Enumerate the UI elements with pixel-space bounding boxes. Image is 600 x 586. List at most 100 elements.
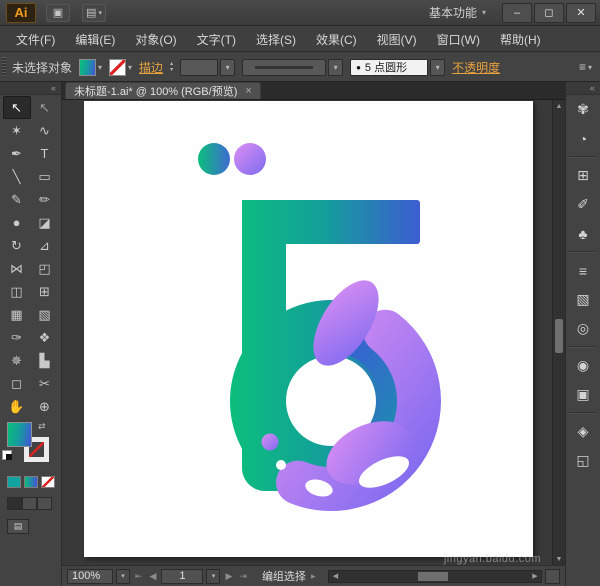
- brush-definition-control[interactable]: ● 5 点圆形 ▾: [350, 59, 445, 76]
- panel-color[interactable]: ✾: [566, 95, 600, 124]
- fill-indicator-gradient[interactable]: [7, 422, 32, 447]
- menu-select[interactable]: 选择(S): [246, 27, 306, 52]
- menu-window[interactable]: 窗口(W): [427, 27, 490, 52]
- tool-hand[interactable]: ✋: [3, 395, 31, 418]
- document-tab[interactable]: 未标题-1.ai* @ 100% (RGB/预览) ×: [65, 82, 261, 99]
- tool-perspective-grid[interactable]: ⊞: [31, 280, 59, 303]
- menu-view[interactable]: 视图(V): [367, 27, 427, 52]
- tool-type[interactable]: T: [31, 142, 59, 165]
- scroll-left-icon[interactable]: ◀: [329, 571, 341, 582]
- fill-color-control[interactable]: ▾: [79, 59, 102, 76]
- brush-definition-dropdown[interactable]: ▾: [430, 59, 445, 76]
- paint-color-button[interactable]: [7, 476, 21, 488]
- tool-selection[interactable]: ↖: [3, 96, 31, 119]
- tool-magic-wand[interactable]: ✶: [3, 119, 31, 142]
- dock-expand-button[interactable]: «: [566, 82, 600, 95]
- tool-eraser[interactable]: ◪: [31, 211, 59, 234]
- stroke-weight-field[interactable]: [180, 59, 218, 76]
- artboard-canvas[interactable]: [84, 101, 533, 557]
- swap-fill-stroke-icon[interactable]: ⇄: [38, 421, 46, 432]
- width-profile-control[interactable]: ▾: [242, 59, 343, 76]
- artboard-dropdown-button[interactable]: ▾: [206, 569, 220, 584]
- zoom-level-field[interactable]: 100%: [67, 569, 113, 584]
- panel-color-guide[interactable]: ◔: [566, 124, 600, 153]
- tool-zoom[interactable]: ⊕: [31, 395, 59, 418]
- panel-appearance[interactable]: ◉: [566, 351, 600, 380]
- paint-gradient-button[interactable]: [24, 476, 38, 488]
- brush-definition-field[interactable]: ● 5 点圆形: [350, 59, 428, 76]
- panel-grip[interactable]: [2, 57, 6, 77]
- canvas-pasteboard[interactable]: jingyan.baidu.com ▲ ▼: [62, 100, 565, 565]
- tool-lasso[interactable]: ∿: [31, 119, 59, 142]
- paint-none-button[interactable]: [41, 476, 55, 488]
- tool-line-segment[interactable]: ╲: [3, 165, 31, 188]
- stroke-panel-link[interactable]: 描边: [139, 59, 163, 76]
- tab-close-icon[interactable]: ×: [245, 85, 251, 97]
- next-artboard-button[interactable]: ▶: [223, 571, 234, 582]
- artboard-number-field[interactable]: 1: [161, 569, 203, 584]
- scroll-up-icon[interactable]: ▲: [553, 100, 565, 112]
- width-profile-dropdown[interactable]: ▾: [328, 59, 343, 76]
- tool-symbol-sprayer[interactable]: ✵: [3, 349, 31, 372]
- tool-shape-builder[interactable]: ◫: [3, 280, 31, 303]
- tool-eyedropper[interactable]: ✑: [3, 326, 31, 349]
- tool-column-graph[interactable]: ▙: [31, 349, 59, 372]
- stroke-none-swatch[interactable]: [109, 59, 126, 76]
- menu-help[interactable]: 帮助(H): [490, 27, 551, 52]
- tool-rotate[interactable]: ↻: [3, 234, 31, 257]
- menu-type[interactable]: 文字(T): [187, 27, 246, 52]
- stroke-weight-stepper[interactable]: ▴ ▾: [170, 61, 173, 73]
- maximize-button[interactable]: ◻: [534, 3, 564, 23]
- stroke-color-control[interactable]: ▾: [109, 59, 132, 76]
- tool-scale[interactable]: ⊿: [31, 234, 59, 257]
- tool-mesh[interactable]: ▦: [3, 303, 31, 326]
- last-artboard-button[interactable]: ⇥: [237, 571, 249, 582]
- width-profile-field[interactable]: [242, 59, 326, 76]
- tool-direct-selection[interactable]: ↖: [31, 96, 59, 119]
- panel-artboards[interactable]: ◱: [566, 446, 600, 475]
- tool-blob-brush[interactable]: ●: [3, 211, 31, 234]
- vertical-scrollbar[interactable]: ▲ ▼: [552, 100, 565, 565]
- tool-blend[interactable]: ❖: [31, 326, 59, 349]
- tool-paintbrush[interactable]: ✎: [3, 188, 31, 211]
- control-panel-menu-button[interactable]: ≡ ▾: [579, 60, 592, 74]
- panel-stroke[interactable]: ≡: [566, 256, 600, 285]
- arrange-documents-button[interactable]: ▤▾: [82, 4, 106, 22]
- panel-swatches[interactable]: ⊞: [566, 161, 600, 190]
- horizontal-scroll-thumb[interactable]: [418, 572, 448, 581]
- stroke-weight-dropdown[interactable]: ▾: [220, 59, 235, 76]
- menu-object[interactable]: 对象(O): [125, 27, 186, 52]
- panel-gradient[interactable]: ▧: [566, 285, 600, 314]
- minimize-button[interactable]: –: [502, 3, 532, 23]
- menu-effect[interactable]: 效果(C): [306, 27, 367, 52]
- previous-artboard-button[interactable]: ◀: [148, 571, 159, 582]
- tool-pen[interactable]: ✒: [3, 142, 31, 165]
- fill-swatch[interactable]: [79, 59, 96, 76]
- menu-edit[interactable]: 编辑(E): [65, 27, 125, 52]
- panel-layers[interactable]: ◈: [566, 417, 600, 446]
- draw-inside-button[interactable]: [37, 497, 52, 510]
- status-menu-icon[interactable]: ▸: [309, 571, 318, 582]
- panel-brushes[interactable]: ✐: [566, 190, 600, 219]
- panel-symbols[interactable]: ♣: [566, 219, 600, 248]
- tool-slice[interactable]: ✂: [31, 372, 59, 395]
- zoom-dropdown-button[interactable]: ▾: [116, 569, 130, 584]
- opacity-panel-link[interactable]: 不透明度: [452, 59, 500, 76]
- panel-transparency[interactable]: ◎: [566, 314, 600, 343]
- close-button[interactable]: ✕: [566, 3, 596, 23]
- tools-panel-collapse[interactable]: «: [0, 82, 61, 95]
- tool-artboard[interactable]: ◻: [3, 372, 31, 395]
- tool-rectangle[interactable]: ▭: [31, 165, 59, 188]
- menu-file[interactable]: 文件(F): [6, 27, 65, 52]
- stroke-weight-control[interactable]: ▾: [180, 59, 235, 76]
- draw-behind-button[interactable]: [22, 497, 37, 510]
- vertical-scroll-thumb[interactable]: [555, 319, 563, 353]
- scroll-right-icon[interactable]: ▶: [529, 571, 541, 582]
- horizontal-scrollbar[interactable]: ◀ ▶: [328, 570, 542, 583]
- tool-gradient[interactable]: ▧: [31, 303, 59, 326]
- panel-graphic-styles[interactable]: ▣: [566, 380, 600, 409]
- tool-width[interactable]: ⋈: [3, 257, 31, 280]
- tool-free-transform[interactable]: ◰: [31, 257, 59, 280]
- launch-bridge-button[interactable]: ▣: [46, 4, 70, 22]
- scroll-down-icon[interactable]: ▼: [553, 553, 565, 565]
